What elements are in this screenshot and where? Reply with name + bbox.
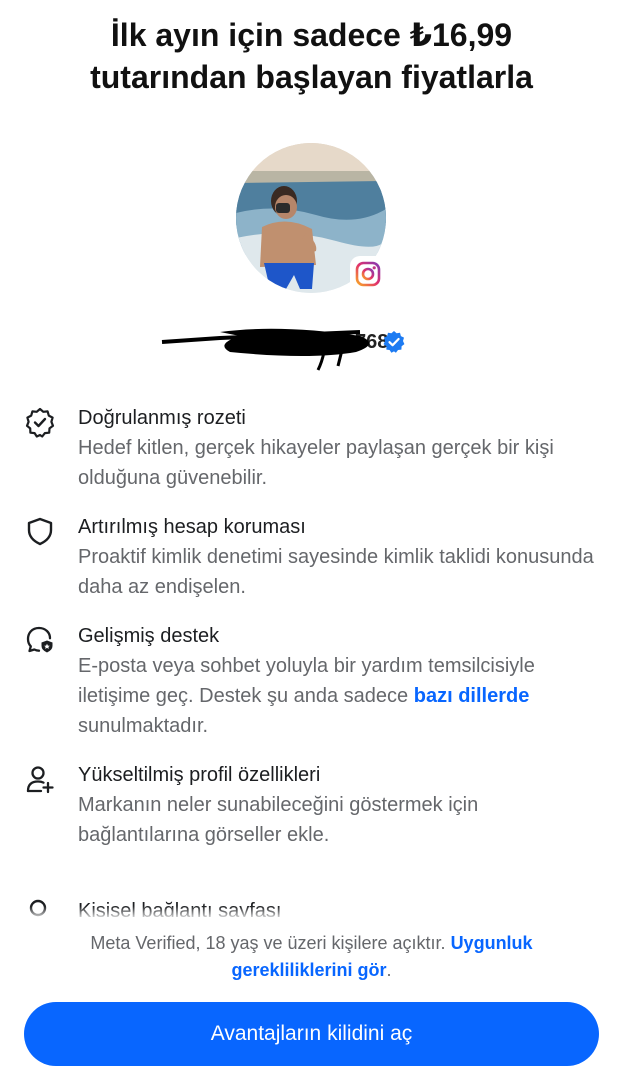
some-languages-link[interactable]: bazı dillerde — [414, 685, 530, 707]
benefit-description: Proaktif kimlik denetimi sayesinde kimli… — [78, 546, 594, 598]
benefit-verified-badge: Doğrulanmış rozeti Hedef kitlen, gerçek … — [22, 403, 602, 493]
eligibility-note: Meta Verified, 18 yaş ve üzeri kişilere … — [30, 930, 593, 984]
verified-badge-icon — [383, 331, 405, 353]
benefit-title: Gelişmiş destek — [78, 625, 220, 647]
person-plus-icon — [26, 766, 54, 794]
title-line-1: İlk ayın için sadece ₺16,99 — [110, 17, 513, 53]
username-row: 768 — [160, 322, 460, 371]
benefit-title: Doğrulanmış rozeti — [78, 407, 246, 429]
eligibility-text: Meta Verified, 18 yaş ve üzeri kişilere … — [90, 933, 451, 953]
description-text-end: sunulmaktadır. — [78, 715, 209, 737]
page-title: İlk ayın için sadece ₺16,99 tutarından b… — [20, 14, 603, 98]
verified-badge-outline-icon — [25, 407, 55, 438]
benefit-description: Markanın neler sunabileceğini göstermek … — [78, 794, 479, 846]
benefit-account-protection: Artırılmış hesap koruması Proaktif kimli… — [22, 512, 602, 602]
benefit-title: Artırılmış hesap koruması — [78, 516, 306, 538]
redaction-scribble — [161, 328, 370, 371]
unlock-benefits-button[interactable]: Avantajların kilidini aç — [24, 1002, 599, 1066]
benefits-list: Doğrulanmış rozeti Hedef kitlen, gerçek … — [22, 403, 602, 869]
shield-icon — [27, 517, 53, 546]
eligibility-text-end: . — [386, 960, 392, 980]
benefit-profile-features: Yükseltilmiş profil özellikleri Markanın… — [22, 760, 602, 850]
benefit-title: Yükseltilmiş profil özellikleri — [78, 764, 321, 786]
benefit-description: E-posta veya sohbet yoluyla bir yardım t… — [78, 651, 602, 741]
title-line-2: tutarından başlayan fiyatlarla — [90, 59, 533, 95]
support-chat-icon — [26, 626, 53, 653]
benefit-advanced-support: Gelişmiş destek E-posta veya sohbet yolu… — [22, 621, 602, 741]
benefit-description: Hedef kitlen, gerçek hikayeler paylaşan … — [78, 437, 554, 489]
instagram-icon — [352, 258, 384, 290]
scroll-fade — [0, 906, 623, 922]
